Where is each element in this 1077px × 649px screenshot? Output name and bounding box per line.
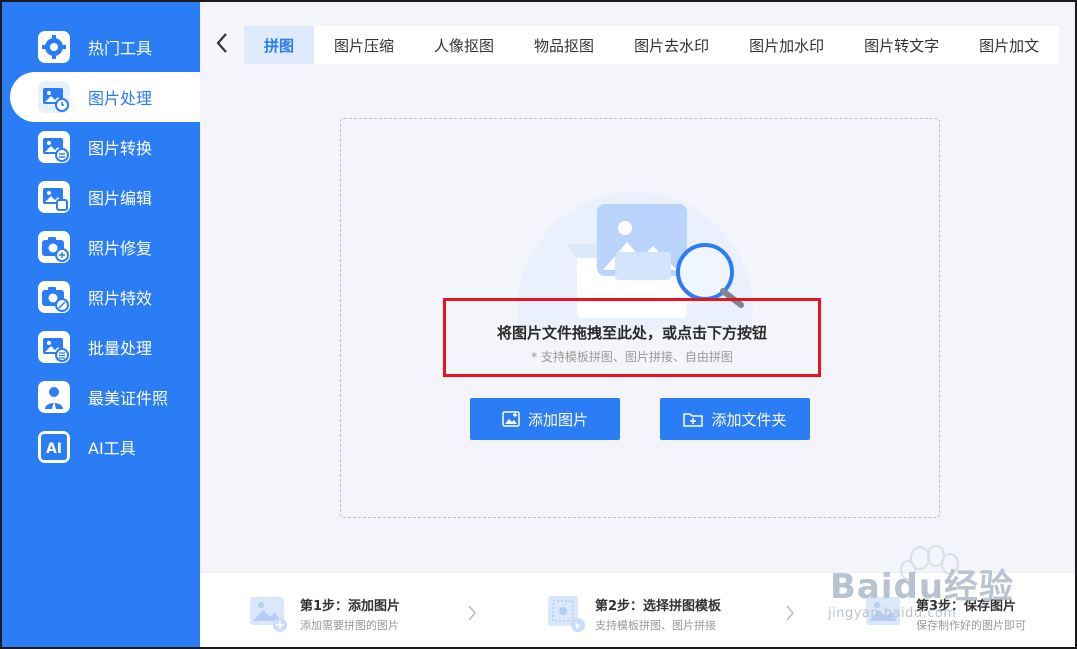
step2-title: 第2步：选择拼图模板	[595, 599, 722, 614]
tab-object-cutout[interactable]: 物品抠图	[514, 26, 614, 64]
add-folder-button[interactable]: 添加文件夹	[660, 398, 810, 440]
tab-image-to-text[interactable]: 图片转文字	[844, 26, 959, 64]
sidebar: 热门工具 图片处理 图片转换 图片编辑 照片修复 照片特效 批量处理 最美证件照…	[2, 2, 200, 647]
step-arrow-icon	[784, 603, 796, 623]
tab-portrait-cutout[interactable]: 人像抠图	[414, 26, 514, 64]
sidebar-item-image-processing[interactable]: 图片处理	[10, 72, 200, 122]
add-image-label: 添加图片	[527, 410, 588, 429]
svg-text:AI: AI	[46, 441, 62, 457]
id-photo-icon	[38, 381, 70, 413]
step1-desc: 添加需要拼图的图片	[300, 619, 399, 632]
sidebar-item-image-convert[interactable]: 图片转换	[10, 122, 200, 172]
sidebar-item-label: 图片转换	[88, 139, 153, 158]
step2-template-icon	[546, 593, 586, 633]
tab-collage[interactable]: 拼图	[244, 26, 315, 64]
drop-subtitle: * 支持模板拼图、图片拼接、自由拼图	[531, 350, 733, 364]
sidebar-item-batch[interactable]: 批量处理	[10, 322, 200, 372]
sidebar-item-photo-effects[interactable]: 照片特效	[10, 272, 200, 322]
image-edit-icon	[38, 181, 70, 213]
drop-title: 将图片文件拖拽至此处，或点击下方按钮	[496, 324, 767, 342]
sidebar-item-label: AI工具	[88, 439, 136, 458]
sidebar-item-label: 照片修复	[88, 239, 153, 258]
gear-icon	[38, 31, 70, 63]
image-clock-icon	[38, 81, 70, 113]
add-folder-icon	[683, 413, 704, 427]
add-image-button[interactable]: 添加图片	[470, 398, 620, 440]
camera-plus-icon	[38, 231, 70, 263]
image-convert-icon	[38, 131, 70, 163]
watermark-text: Baidu经验	[830, 567, 1015, 607]
sidebar-item-hot-tools[interactable]: 热门工具	[10, 22, 200, 72]
sidebar-item-label: 批量处理	[88, 339, 153, 358]
ai-icon: AI	[38, 431, 70, 463]
tab-compress[interactable]: 图片压缩	[314, 26, 414, 64]
tool-tabs: 拼图 图片压缩 人像抠图 物品抠图 图片去水印 图片加水印 图片转文字 图片加文	[244, 26, 1060, 64]
add-folder-label: 添加文件夹	[711, 410, 787, 429]
sidebar-item-label: 热门工具	[88, 39, 153, 58]
sidebar-item-id-photo[interactable]: 最美证件照	[10, 372, 200, 422]
back-chevron-icon[interactable]	[210, 28, 234, 58]
step1-title: 第1步：添加图片	[300, 599, 401, 614]
camera-effect-icon	[38, 281, 70, 313]
sidebar-item-label: 图片编辑	[88, 189, 153, 208]
sidebar-item-image-edit[interactable]: 图片编辑	[10, 172, 200, 222]
tab-remove-watermark[interactable]: 图片去水印	[614, 26, 729, 64]
sidebar-item-label: 照片特效	[88, 289, 153, 308]
tab-add-watermark[interactable]: 图片加水印	[729, 26, 844, 64]
sidebar-item-label: 图片处理	[88, 89, 153, 108]
add-image-icon	[502, 411, 520, 427]
step2-desc: 支持模板拼图、图片拼接	[595, 619, 716, 632]
sidebar-item-photo-repair[interactable]: 照片修复	[10, 222, 200, 272]
sidebar-item-label: 最美证件照	[88, 389, 169, 408]
app-window: 热门工具 图片处理 图片转换 图片编辑 照片修复 照片特效 批量处理 最美证件照…	[0, 0, 1077, 649]
watermark-url: jingyan.baidu.com	[828, 606, 957, 621]
tab-add-text[interactable]: 图片加文	[959, 26, 1059, 64]
step-arrow-icon	[466, 603, 478, 623]
image-batch-icon	[38, 331, 70, 363]
sidebar-item-ai-tools[interactable]: AI AI工具	[10, 422, 200, 472]
step1-add-image-icon	[248, 593, 288, 633]
